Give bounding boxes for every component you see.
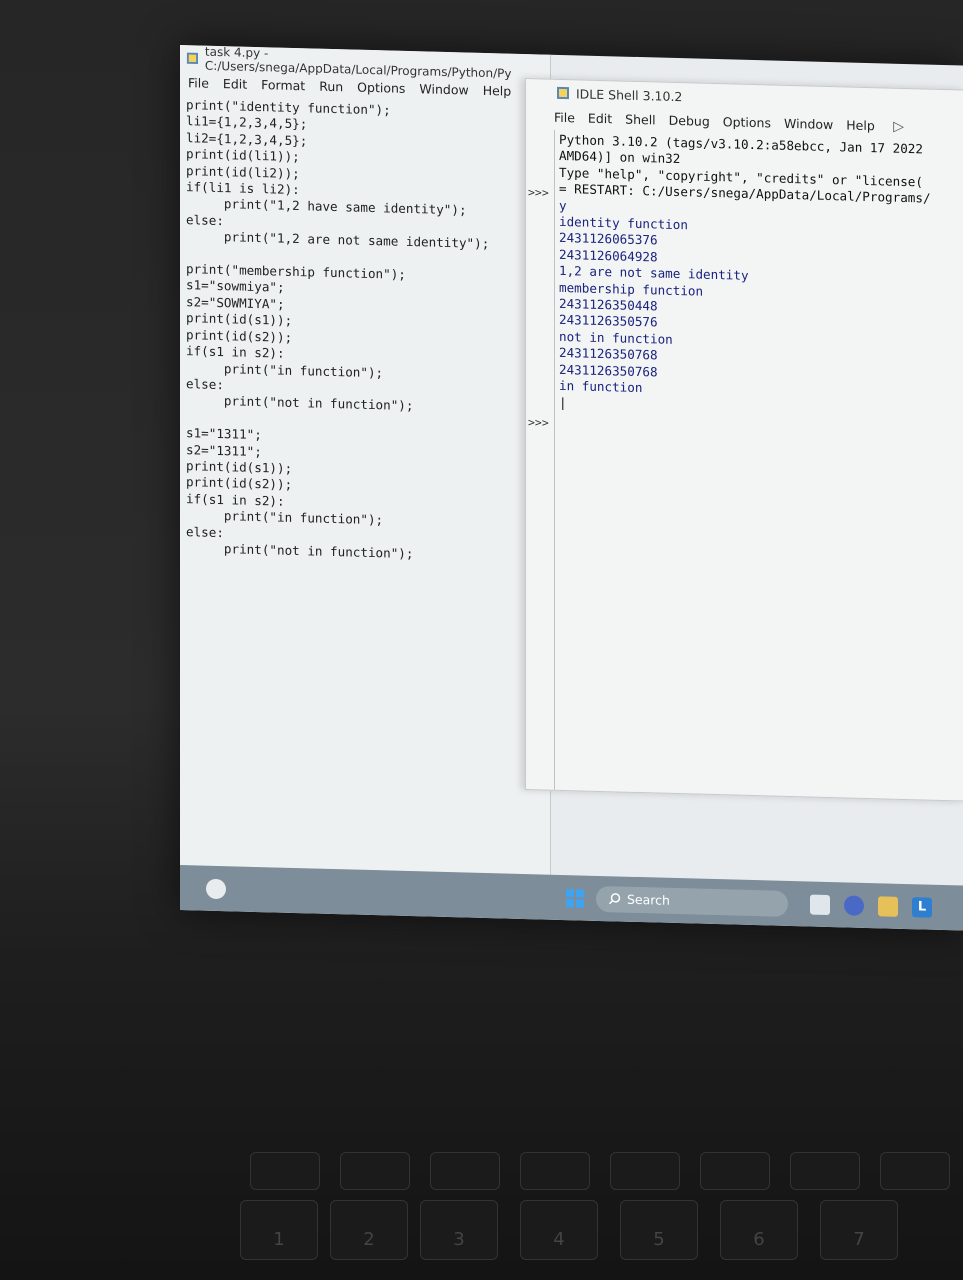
key-7: 7 <box>820 1200 898 1260</box>
chat-icon[interactable] <box>844 894 864 916</box>
shell-title: IDLE Shell 3.10.2 <box>576 85 683 104</box>
shell-menu-debug[interactable]: Debug <box>669 112 710 128</box>
shell-menu-shell[interactable]: Shell <box>625 111 656 127</box>
idle-icon <box>557 86 569 100</box>
app-l-icon[interactable]: L <box>912 896 932 918</box>
editor-menu-file[interactable]: File <box>188 75 209 91</box>
key-3: 3 <box>420 1200 498 1260</box>
function-key <box>430 1152 500 1190</box>
key-6: 6 <box>720 1200 798 1260</box>
laptop-screen: task 4.py - C:/Users/snega/AppData/Local… <box>180 45 963 931</box>
search-icon <box>608 893 621 905</box>
function-key <box>700 1152 770 1190</box>
shell-menu-help[interactable]: Help <box>846 117 875 133</box>
shell-menu-edit[interactable]: Edit <box>588 110 612 126</box>
function-key <box>250 1152 320 1190</box>
editor-menu-format[interactable]: Format <box>261 77 305 93</box>
editor-menu-window[interactable]: Window <box>419 81 468 97</box>
shell-window: IDLE Shell 3.10.2 File Edit Shell Debug … <box>525 78 963 802</box>
editor-window: task 4.py - C:/Users/snega/AppData/Local… <box>180 45 551 875</box>
laptop-keyboard: 1 2 3 4 5 6 7 <box>150 1140 963 1280</box>
function-key <box>880 1152 950 1190</box>
function-key <box>520 1152 590 1190</box>
program-output: y identity function 2431126065376 243112… <box>559 197 749 396</box>
weather-icon[interactable] <box>206 878 226 899</box>
shell-menu-options[interactable]: Options <box>723 114 771 130</box>
taskbar: Search L <box>180 865 963 931</box>
windows-start-icon[interactable] <box>566 888 584 908</box>
shell-banner: Python 3.10.2 (tags/v3.10.2:a58ebcc, Jan… <box>559 131 923 190</box>
taskbar-search[interactable]: Search <box>596 885 788 917</box>
key-4: 4 <box>520 1200 598 1260</box>
folder-icon[interactable] <box>878 895 898 917</box>
function-key <box>790 1152 860 1190</box>
editor-menu-help[interactable]: Help <box>483 82 512 98</box>
mouse-cursor-icon: ▷ <box>893 118 904 135</box>
editor-menu-edit[interactable]: Edit <box>223 76 247 92</box>
shell-prompt-2: >>> <box>528 415 549 430</box>
editor-menu-options[interactable]: Options <box>357 79 405 95</box>
taskbar-icons: L <box>810 893 932 918</box>
file-explorer-icon[interactable] <box>810 893 830 915</box>
shell-menu-window[interactable]: Window <box>784 115 833 131</box>
code-editor[interactable]: print("identity function"); li1={1,2,3,4… <box>180 93 550 570</box>
function-key <box>610 1152 680 1190</box>
shell-menu-file[interactable]: File <box>554 109 575 125</box>
function-key <box>340 1152 410 1190</box>
shell-output[interactable]: Python 3.10.2 (tags/v3.10.2:a58ebcc, Jan… <box>555 130 963 801</box>
search-label: Search <box>627 891 670 908</box>
shell-prompt-gutter: >>> >>> <box>526 129 555 790</box>
editor-menu-run[interactable]: Run <box>319 78 343 94</box>
key-2: 2 <box>330 1200 408 1260</box>
python-file-icon <box>186 52 198 65</box>
key-5: 5 <box>620 1200 698 1260</box>
key-1: 1 <box>240 1200 318 1260</box>
shell-prompt-1: >>> <box>528 185 549 200</box>
shell-input-cursor[interactable]: | <box>559 394 567 409</box>
shell-body: >>> >>> Python 3.10.2 (tags/v3.10.2:a58e… <box>526 129 963 800</box>
